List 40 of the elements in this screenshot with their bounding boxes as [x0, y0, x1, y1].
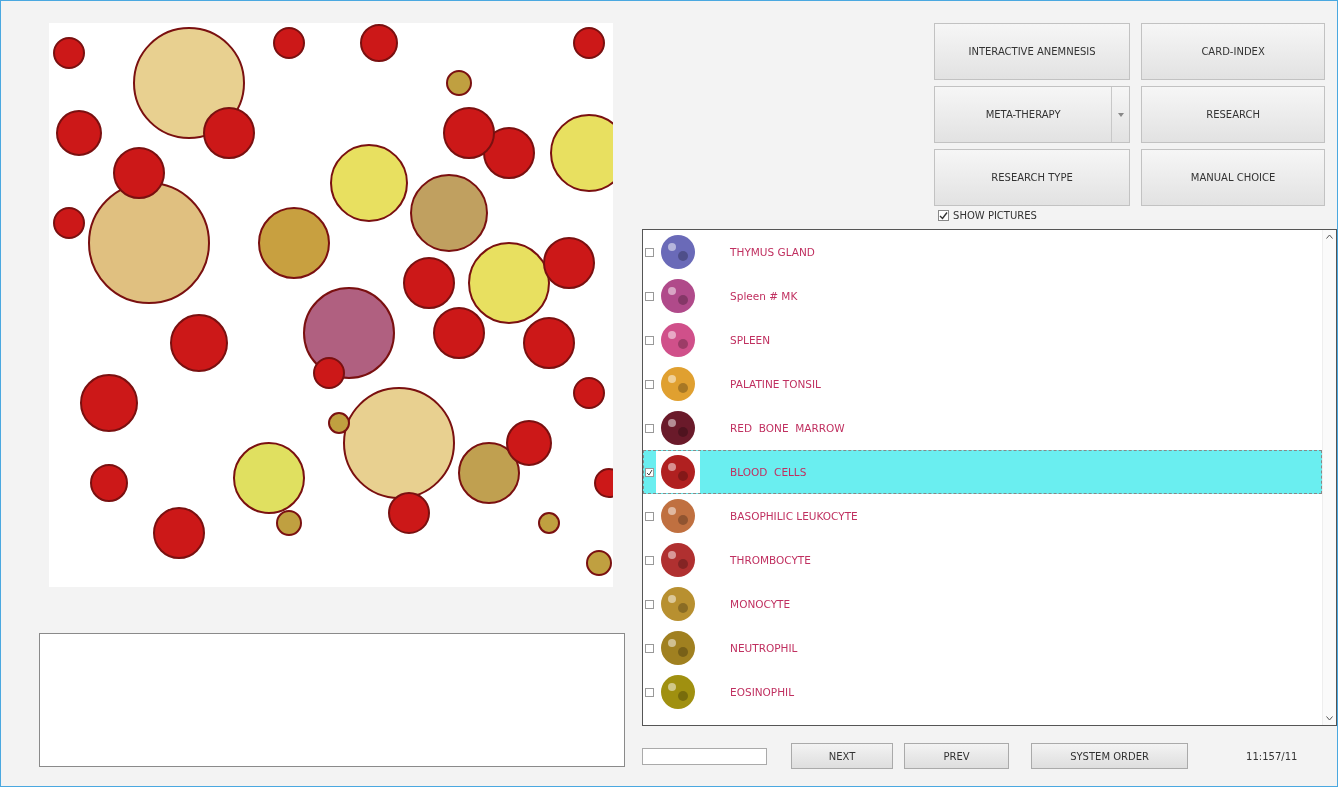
show-pictures-label: SHOW PICTURES [953, 210, 1037, 221]
item-checkbox[interactable] [645, 423, 655, 433]
nav-button[interactable]: SYSTEM ORDER [1031, 743, 1189, 769]
item-checkbox[interactable] [645, 467, 655, 477]
scroll-up-icon[interactable] [1326, 234, 1333, 239]
scrollbar[interactable] [1322, 230, 1336, 725]
menu-button[interactable]: RESEARCH [1141, 86, 1326, 143]
list-item[interactable]: PALATINE TONSIL [643, 362, 1322, 406]
list-item[interactable]: MONOCYTE [643, 582, 1322, 626]
list-item[interactable]: NEUTROPHIL [643, 626, 1322, 670]
nav-button[interactable]: NEXT [791, 743, 894, 769]
list-item[interactable]: BLOOD CELLS [643, 450, 1322, 494]
item-checkbox[interactable] [645, 335, 655, 345]
list-item[interactable]: THYMUS GLAND [643, 230, 1322, 274]
menu-button[interactable]: INTERACTIVE ANEMNESIS [934, 23, 1131, 80]
item-checkbox[interactable] [645, 511, 655, 521]
list-item[interactable]: BASOPHILIC LEUKOCYTE [643, 494, 1322, 538]
item-checkbox[interactable] [645, 247, 655, 257]
menu-button[interactable]: CARD-INDEX [1141, 23, 1326, 80]
list-item[interactable]: Spleen # MK [643, 274, 1322, 318]
menu-button[interactable]: RESEARCH TYPE [934, 149, 1131, 206]
page-counter: 11:157/11 [1246, 750, 1298, 762]
item-checkbox[interactable] [645, 687, 655, 697]
notes-field[interactable] [39, 633, 625, 767]
item-checkbox[interactable] [645, 599, 655, 609]
list-item[interactable]: THROMBOCYTE [643, 538, 1322, 582]
item-checkbox[interactable] [645, 379, 655, 389]
item-checkbox[interactable] [645, 643, 655, 653]
menu-button[interactable]: META-THERAPY [934, 86, 1131, 143]
list-item[interactable]: EOSINOPHIL [643, 670, 1322, 714]
list-item[interactable]: SPLEEN [643, 318, 1322, 362]
item-checkbox[interactable] [645, 555, 655, 565]
nav-button[interactable]: PREV [904, 743, 1010, 769]
list-item[interactable]: RED BONE MARROW [643, 406, 1322, 450]
scroll-down-icon[interactable] [1326, 716, 1333, 721]
menu-button[interactable]: MANUAL CHOICE [1141, 149, 1326, 206]
caret-icon [1117, 112, 1124, 117]
item-checkbox[interactable] [645, 291, 655, 301]
page-input[interactable] [642, 747, 768, 765]
show-pictures-checkbox[interactable] [938, 210, 950, 221]
